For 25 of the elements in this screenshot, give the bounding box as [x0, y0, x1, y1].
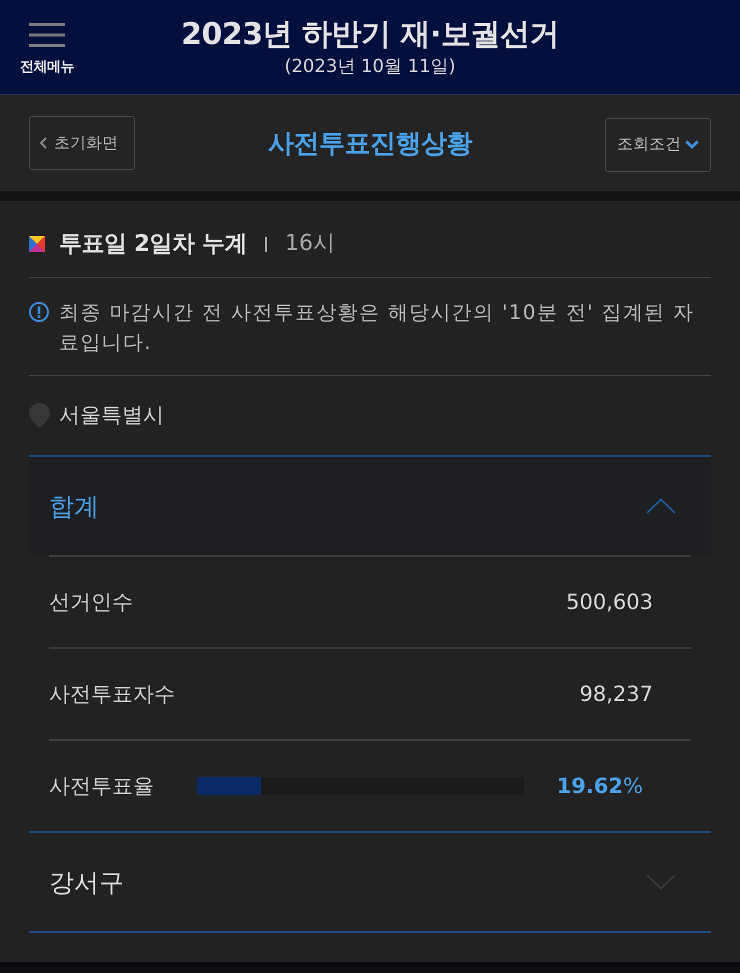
stat-label: 선거인수 — [49, 589, 134, 616]
accordion-header[interactable]: 합계 — [29, 457, 711, 555]
page-title: 사전투표진행상황 — [268, 128, 472, 160]
stat-label: 사전투표자수 — [49, 681, 176, 708]
location-label: 서울특별시 — [59, 402, 164, 429]
filter-button[interactable]: 조회조건 — [605, 118, 711, 172]
stat-value: 500,603 — [566, 590, 654, 614]
chevron-down-icon — [646, 874, 676, 890]
stat-label: 사전투표율 — [49, 773, 155, 800]
menu-icon — [29, 22, 65, 46]
stat-value: 19.62% — [556, 774, 644, 798]
back-button[interactable]: 초기화면 — [29, 116, 135, 170]
chevron-up-icon — [646, 498, 676, 514]
menu-button[interactable]: 전체메뉴 — [20, 22, 74, 76]
time-label: 16시 — [285, 230, 336, 258]
chevron-left-icon — [40, 137, 47, 149]
notice-text: 최종 마감시간 전 사전투표상황은 해당시간의 '10분 전' 집계된 자료입니다. — [59, 299, 696, 356]
stat-value: 98,237 — [580, 682, 654, 706]
chevron-down-icon — [685, 140, 699, 149]
square-logo-icon — [29, 236, 45, 252]
info-icon — [29, 302, 49, 322]
election-date: (2023년 10월 11일) — [284, 55, 456, 79]
accordion-header[interactable]: 강서구 — [29, 833, 711, 931]
election-title: 2023년 하반기 재·보궐선거 — [181, 16, 559, 54]
section-title: 투표일 2일차 누계 — [59, 230, 248, 259]
